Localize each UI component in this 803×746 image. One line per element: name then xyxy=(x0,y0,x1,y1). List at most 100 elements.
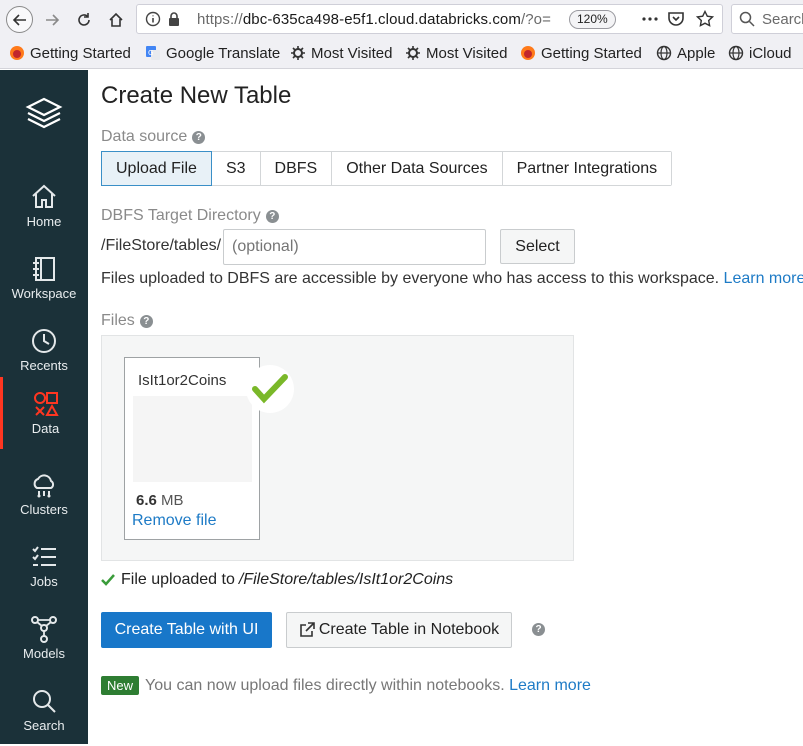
bookmark-getting-started[interactable]: Getting Started xyxy=(520,44,642,62)
checkmark-icon xyxy=(252,374,288,404)
new-feature-text: You can now upload files directly within… xyxy=(145,676,505,694)
bookmark-label: Getting Started xyxy=(541,44,642,62)
bookmark-most-visited[interactable]: Most Visited xyxy=(405,44,507,62)
house-icon xyxy=(109,12,123,27)
file-thumbnail xyxy=(133,396,252,482)
lock-icon[interactable] xyxy=(167,11,181,32)
main-content: Create New Table Data source ? Upload Fi… xyxy=(88,70,803,744)
checkmark-icon xyxy=(101,574,115,586)
svg-text:G: G xyxy=(148,49,153,57)
bookmark-apple[interactable]: Apple xyxy=(656,44,715,62)
jobs-icon xyxy=(29,542,59,572)
bookmark-icloud[interactable]: iCloud xyxy=(728,44,792,62)
data-icon xyxy=(31,389,61,419)
sidebar-item-label: Search xyxy=(23,718,65,733)
help-icon[interactable]: ? xyxy=(139,314,153,328)
file-dropzone[interactable]: IsIt1or2Coins 6.6 MB Remove file xyxy=(101,335,574,561)
tab-dbfs[interactable]: DBFS xyxy=(260,152,333,185)
info-icon[interactable] xyxy=(145,11,161,32)
upload-status: File uploaded to /FileStore/tables/IsIt1… xyxy=(101,571,453,589)
page-actions-icon[interactable] xyxy=(641,11,659,32)
file-size-value: 6.6 xyxy=(136,492,157,509)
data-source-label: Data source ? xyxy=(101,128,206,146)
url-text[interactable]: https://dbc-635ca498-e5f1.cloud.databric… xyxy=(197,11,569,29)
bookmark-label: Most Visited xyxy=(311,44,393,62)
sidebar-item-home[interactable]: Home xyxy=(0,170,88,242)
search-icon xyxy=(739,11,755,32)
sidebar-item-models[interactable]: Models xyxy=(0,602,88,674)
sidebar-item-clusters[interactable]: Clusters xyxy=(0,458,88,530)
data-source-label-text: Data source xyxy=(101,128,188,145)
external-link-icon xyxy=(299,622,315,638)
help-icon[interactable]: ? xyxy=(532,623,545,636)
firefox-icon xyxy=(520,45,536,61)
zoom-indicator[interactable]: 120% xyxy=(569,10,616,29)
file-size-unit: MB xyxy=(161,492,184,509)
forward-button[interactable] xyxy=(40,8,64,32)
file-name: IsIt1or2Coins xyxy=(138,372,227,389)
sidebar-item-data[interactable]: Data xyxy=(0,377,88,449)
sidebar-item-label: Data xyxy=(31,421,60,436)
url-scheme: https:// xyxy=(197,11,243,28)
new-learn-more-link[interactable]: Learn more xyxy=(509,677,591,695)
sidebar-item-jobs[interactable]: Jobs xyxy=(0,530,88,602)
dbfs-target-label-text: DBFS Target Directory xyxy=(101,207,261,224)
bookmark-most-visited[interactable]: Most Visited xyxy=(290,44,392,62)
bookmark-google-translate[interactable]: G Google Translate xyxy=(145,44,280,62)
file-size: 6.6 MB xyxy=(136,492,184,509)
tab-upload-file[interactable]: Upload File xyxy=(101,151,212,186)
star-icon[interactable] xyxy=(695,9,715,33)
bookmarks-bar: Getting Started G Google Translate Most … xyxy=(0,38,803,69)
url-host: dbc-635ca498-e5f1.cloud.databricks.com xyxy=(242,11,521,28)
create-table-ui-button[interactable]: Create Table with UI xyxy=(101,612,272,648)
files-label-text: Files xyxy=(101,312,135,329)
search-placeholder: Search xyxy=(762,11,803,28)
help-icon[interactable]: ? xyxy=(265,209,279,223)
tab-s3[interactable]: S3 xyxy=(211,152,261,185)
data-source-tabs: Upload File S3 DBFS Other Data Sources P… xyxy=(101,151,673,186)
sidebar: Home Workspace Recents Data Clusters Job… xyxy=(0,70,88,744)
help-icon[interactable]: ? xyxy=(192,130,206,144)
bookmark-label: Most Visited xyxy=(426,44,508,62)
arrow-right-icon xyxy=(46,14,60,26)
sidebar-item-recents[interactable]: Recents xyxy=(0,314,88,386)
upload-status-text: File uploaded to xyxy=(121,571,235,588)
databricks-logo-icon[interactable] xyxy=(24,94,64,134)
new-feature-notice: New You can now upload files directly wi… xyxy=(101,676,591,695)
sidebar-item-workspace[interactable]: Workspace xyxy=(0,242,88,314)
search-box[interactable]: Search xyxy=(731,4,803,34)
back-button[interactable] xyxy=(6,6,33,33)
clock-icon xyxy=(29,326,59,356)
tab-partner-integrations[interactable]: Partner Integrations xyxy=(502,152,672,185)
search-icon xyxy=(29,686,59,716)
home-button[interactable] xyxy=(104,8,128,32)
sidebar-item-search[interactable]: Search xyxy=(0,674,88,746)
target-directory-input[interactable] xyxy=(223,229,486,265)
page-title: Create New Table xyxy=(101,82,292,109)
learn-more-link[interactable]: Learn more xyxy=(724,270,803,287)
sidebar-item-label: Jobs xyxy=(30,574,58,589)
bookmark-getting-started[interactable]: Getting Started xyxy=(9,44,131,62)
globe-icon xyxy=(728,45,744,61)
pocket-icon[interactable] xyxy=(667,10,685,33)
home-icon xyxy=(29,182,59,212)
sidebar-item-label: Models xyxy=(23,646,65,661)
reload-icon xyxy=(78,13,90,26)
workspace-icon xyxy=(29,254,59,284)
reload-button[interactable] xyxy=(72,8,96,32)
url-bar[interactable]: https://dbc-635ca498-e5f1.cloud.databric… xyxy=(136,4,723,34)
select-button[interactable]: Select xyxy=(500,229,575,264)
cloud-icon xyxy=(29,470,59,500)
globe-icon xyxy=(656,45,672,61)
tab-other-data-sources[interactable]: Other Data Sources xyxy=(332,152,503,185)
upload-success-badge xyxy=(246,365,294,413)
remove-file-link[interactable]: Remove file xyxy=(132,512,216,530)
url-path: /?o= xyxy=(520,11,551,28)
sidebar-item-label: Clusters xyxy=(20,502,68,517)
gear-icon xyxy=(405,45,421,61)
dbfs-info-text: Files uploaded to DBFS are accessible by… xyxy=(101,270,803,288)
bookmark-label: Apple xyxy=(677,44,716,62)
create-table-notebook-label: Create Table in Notebook xyxy=(318,621,500,638)
arrow-left-icon xyxy=(12,13,26,26)
create-table-notebook-button[interactable]: Create Table in Notebook xyxy=(286,612,512,648)
